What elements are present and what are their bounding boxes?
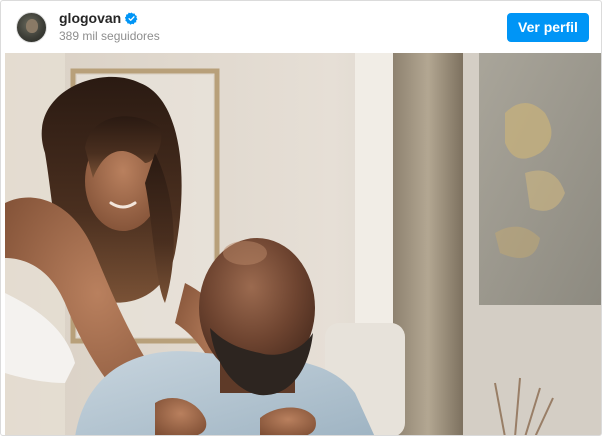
view-profile-button[interactable]: Ver perfil <box>507 12 589 42</box>
username-row: glogovan <box>59 10 160 27</box>
verified-badge-icon <box>125 12 138 25</box>
post-image <box>5 53 601 435</box>
instagram-embed: glogovan 389 mil seguidores Ver perfil <box>0 0 602 436</box>
post-photo[interactable] <box>5 53 601 435</box>
username[interactable]: glogovan <box>59 10 121 27</box>
post-header: glogovan 389 mil seguidores Ver perfil <box>1 1 601 53</box>
followers-count: 389 mil seguidores <box>59 29 160 43</box>
user-info: glogovan 389 mil seguidores <box>59 10 160 44</box>
avatar[interactable] <box>16 11 47 43</box>
